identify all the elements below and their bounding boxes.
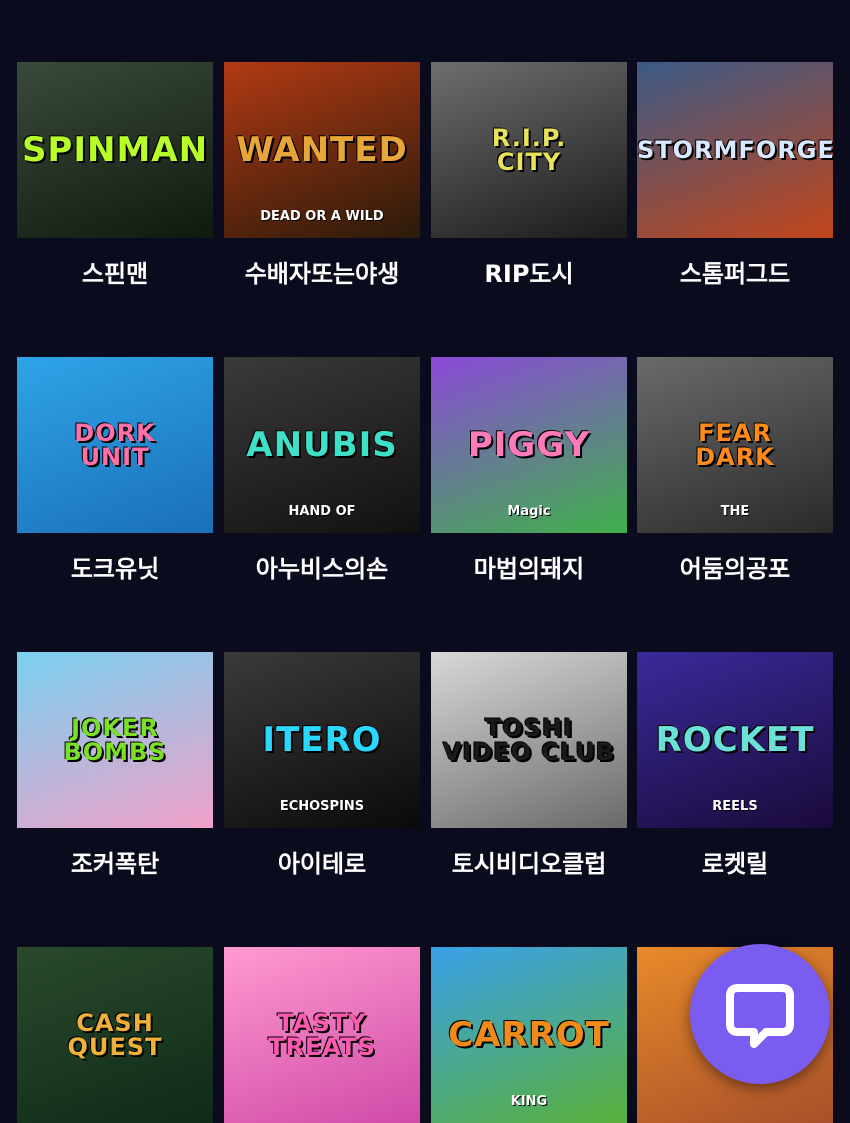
game-title[interactable]: 수배자또는야생 (217, 254, 427, 289)
game-tile[interactable]: JOKER BOMBS 조커폭탄 (17, 652, 213, 879)
cowboy-gunslinger-thumbnail[interactable]: WANTED DEAD OR A WILD (224, 62, 420, 238)
game-title[interactable]: 마법의돼지 (424, 549, 634, 584)
game-art-subtitle: DEAD OR A WILD (260, 209, 384, 224)
game-art-title: R.I.P. CITY (491, 124, 567, 176)
game-art-title: WANTED (236, 130, 408, 170)
game-tile[interactable]: CASH QUEST (17, 947, 213, 1123)
game-art-title: CARROT (448, 1015, 610, 1055)
carrot-crown-thumbnail[interactable]: CARROT KING (431, 947, 627, 1123)
game-art-title: CASH QUEST (67, 1009, 163, 1061)
game-art-title: PIGGY (467, 425, 591, 465)
live-chat-button[interactable] (690, 944, 830, 1084)
game-art-subtitle: HAND OF (288, 504, 356, 519)
game-tile[interactable]: PIGGY Magic 마법의돼지 (431, 357, 627, 584)
game-tile[interactable]: STORMFORGED스톰퍼그드 (637, 62, 833, 289)
game-art-title: TOSHI VIDEO CLUB (442, 714, 616, 766)
game-tile[interactable]: SPINMAN 스핀맨 (17, 62, 213, 289)
armored-warriors-thumbnail[interactable]: STORMFORGED (637, 62, 833, 238)
game-tile[interactable]: DORK UNIT 도크유닛 (17, 357, 213, 584)
game-title[interactable]: 스톰퍼그드 (630, 254, 840, 289)
robot-samurai-thumbnail[interactable]: TOSHI VIDEO CLUB (431, 652, 627, 828)
game-art-title: TASTY TREATS (268, 1009, 376, 1061)
game-title[interactable]: 조커폭탄 (10, 844, 220, 879)
game-tile[interactable]: TASTY TREATS (224, 947, 420, 1123)
golden-pig-thumbnail[interactable]: PIGGY Magic (431, 357, 627, 533)
game-tile[interactable]: ANUBIS HAND OF 아누비스의손 (224, 357, 420, 584)
game-art-subtitle: REELS (712, 799, 758, 814)
game-title[interactable]: RIP도시 (424, 254, 634, 289)
game-tile[interactable]: TOSHI VIDEO CLUB 토시비디오클럽 (431, 652, 627, 879)
game-art-title: ITERO (262, 720, 382, 760)
game-tile[interactable]: WANTED DEAD OR A WILD 수배자또는야생 (224, 62, 420, 289)
game-art-subtitle: Magic (507, 504, 551, 519)
game-art-title: SPINMAN (21, 130, 209, 170)
game-art-subtitle: THE (720, 504, 750, 519)
game-tile[interactable]: R.I.P. CITY RIP도시 (431, 62, 627, 289)
rocket-thumbnail[interactable]: ROCKET REELS (637, 652, 833, 828)
anubis-mask-thumbnail[interactable]: ANUBIS HAND OF (224, 357, 420, 533)
game-art-title: ROCKET (655, 720, 815, 760)
gravestone-cross-thumbnail[interactable]: R.I.P. CITY (431, 62, 627, 238)
game-title[interactable]: 아누비스의손 (217, 549, 427, 584)
game-art-subtitle: KING (510, 1094, 548, 1109)
game-title[interactable]: 로켓릴 (630, 844, 840, 879)
game-title[interactable]: 어둠의공포 (630, 549, 840, 584)
game-title[interactable]: 토시비디오클럽 (424, 844, 634, 879)
skull-ghosts-thumbnail[interactable]: FEAR DARK THE (637, 357, 833, 533)
carnival-bomb-thumbnail[interactable]: JOKER BOMBS (17, 652, 213, 828)
stone-face-thumbnail[interactable]: ITERO ECHOSPINS (224, 652, 420, 828)
game-art-title: DORK UNIT (74, 419, 156, 471)
candy-lollipop-thumbnail[interactable]: TASTY TREATS (224, 947, 420, 1123)
game-art-title: STORMFORGED (637, 136, 833, 164)
game-art-subtitle: ECHOSPINS (279, 799, 365, 814)
chat-bubble-icon (726, 984, 794, 1048)
clouds-thumbnail[interactable]: DORK UNIT (17, 357, 213, 533)
king-character-thumbnail[interactable]: CASH QUEST (17, 947, 213, 1123)
game-art-title: JOKER BOMBS (63, 714, 167, 766)
game-title[interactable]: 아이테로 (217, 844, 427, 879)
game-tile[interactable]: ROCKET REELS 로켓릴 (637, 652, 833, 879)
game-title[interactable]: 스핀맨 (10, 254, 220, 289)
game-art-title: ANUBIS (246, 425, 398, 465)
game-title[interactable]: 도크유닛 (10, 549, 220, 584)
game-tile[interactable]: ITERO ECHOSPINS 아이테로 (224, 652, 420, 879)
game-tile[interactable]: CARROT KING (431, 947, 627, 1123)
game-tile[interactable]: FEAR DARK THE 어둠의공포 (637, 357, 833, 584)
green-superhero-figure-thumbnail[interactable]: SPINMAN (17, 62, 213, 238)
game-art-title: FEAR DARK (695, 419, 775, 471)
